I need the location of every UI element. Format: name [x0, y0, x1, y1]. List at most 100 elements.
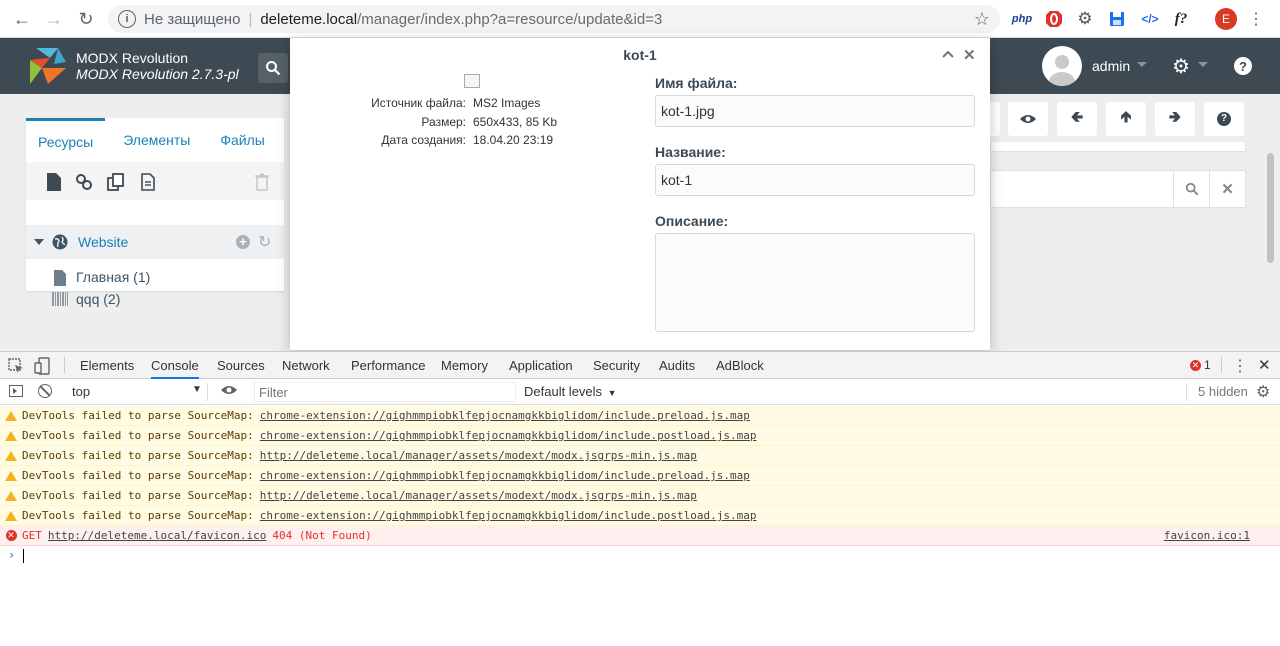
expand-chevron-down-icon[interactable]: [34, 239, 44, 245]
username-label[interactable]: admin: [1092, 58, 1130, 74]
levels-chevron-down-icon[interactable]: ▼: [608, 388, 617, 398]
description-textarea[interactable]: [655, 233, 975, 332]
save-extension-icon[interactable]: [1107, 9, 1127, 29]
tab-files[interactable]: Файлы: [208, 118, 276, 162]
window-header[interactable]: kot-1 ✕: [290, 38, 990, 72]
gallery-search-input[interactable]: ✕: [990, 170, 1246, 208]
title-field[interactable]: [655, 164, 975, 196]
bookmark-star-icon[interactable]: ☆: [974, 9, 990, 30]
size-value: 650x433, 85 Kb: [473, 115, 558, 129]
context-selector[interactable]: top ▼: [66, 383, 208, 401]
question-help-icon[interactable]: ?: [1204, 102, 1244, 136]
title-label: Название:: [655, 144, 726, 160]
message-text: DevTools failed to parse SourceMap:: [22, 449, 254, 462]
sidebar-toggle-icon[interactable]: [9, 385, 23, 397]
up-arrow-icon[interactable]: 🢁: [1106, 102, 1146, 136]
profile-avatar[interactable]: E: [1215, 8, 1237, 30]
error-count[interactable]: 1: [1204, 358, 1211, 372]
next-arrow-right-icon[interactable]: 🢂: [1155, 102, 1195, 136]
window-body: Источник файла: MS2 Images Размер: 650x4…: [290, 72, 990, 350]
php-extension-icon[interactable]: php: [1012, 9, 1032, 29]
brand-title: MODX Revolution: [76, 50, 189, 66]
size-label: Размер:: [421, 115, 466, 129]
close-icon[interactable]: ✕: [963, 46, 976, 64]
back-icon[interactable]: ←: [6, 3, 38, 35]
browser-menu-icon[interactable]: ⋮: [1248, 9, 1264, 29]
search-icon[interactable]: [1173, 171, 1209, 207]
warning-icon: [5, 450, 17, 461]
console-filterbar: top ▼ Default levels ▼ 5 hidden ⚙: [0, 379, 1280, 405]
settings-menu-chevron-down-icon[interactable]: [1198, 62, 1208, 67]
message-link[interactable]: chrome-extension://gighmmpiobklfepjocnam…: [260, 409, 750, 422]
refresh-icon[interactable]: ↻: [258, 232, 271, 252]
message-link[interactable]: chrome-extension://gighmmpiobklfepjocnam…: [260, 469, 750, 482]
address-bar[interactable]: i Не защищено | deleteme.local/manager/i…: [108, 5, 1000, 33]
barcode-icon: [52, 292, 68, 311]
console-filter-input[interactable]: [254, 382, 516, 402]
tab-network[interactable]: Network: [282, 358, 330, 373]
clear-search-close-icon[interactable]: ✕: [1209, 171, 1245, 207]
header-search-icon[interactable]: [258, 53, 288, 83]
system-settings-gear-icon[interactable]: ⚙: [1172, 54, 1190, 79]
info-icon[interactable]: i: [118, 10, 136, 28]
tab-console[interactable]: Console: [151, 358, 199, 379]
filename-field[interactable]: [655, 95, 975, 127]
tab-audits[interactable]: Audits: [659, 358, 695, 373]
error-source-link[interactable]: favicon.ico:1: [1164, 529, 1250, 542]
user-avatar[interactable]: [1042, 46, 1082, 86]
settings-extension-icon[interactable]: ⚙: [1075, 9, 1095, 29]
message-link[interactable]: chrome-extension://gighmmpiobklfepjocnam…: [260, 429, 757, 442]
browser-toolbar: ← → ↻ i Не защищено | deleteme.local/man…: [0, 0, 1280, 38]
tab-security[interactable]: Security: [593, 358, 640, 373]
tab-memory[interactable]: Memory: [441, 358, 488, 373]
new-symlink-icon[interactable]: [106, 172, 126, 192]
modx-logo-icon[interactable]: [28, 46, 68, 86]
date-label: Дата создания:: [381, 133, 466, 147]
devtools-menu-icon[interactable]: ⋮: [1232, 356, 1248, 376]
tree-root-label[interactable]: Website: [78, 234, 128, 250]
reload-icon[interactable]: ↻: [70, 3, 102, 35]
message-link[interactable]: http://deleteme.local/manager/assets/mod…: [260, 449, 697, 462]
forward-icon[interactable]: →: [38, 3, 70, 35]
inspect-element-icon[interactable]: [8, 358, 24, 377]
log-levels-dropdown[interactable]: Default levels ▼: [524, 384, 617, 399]
error-count-icon[interactable]: ✕: [1190, 360, 1201, 371]
device-toolbar-icon[interactable]: [34, 357, 50, 378]
clear-console-icon[interactable]: [38, 384, 52, 398]
tab-resources[interactable]: Ресурсы: [26, 118, 106, 162]
tab-elements[interactable]: Элементы: [111, 118, 202, 162]
tab-adblock[interactable]: AdBlock: [716, 358, 764, 373]
page-scrollbar[interactable]: [1264, 149, 1276, 349]
console-settings-gear-icon[interactable]: ⚙: [1256, 382, 1270, 402]
close-devtools-icon[interactable]: ✕: [1258, 356, 1271, 374]
help-icon[interactable]: ?: [1234, 57, 1252, 75]
message-link[interactable]: http://deleteme.local/manager/assets/mod…: [260, 489, 697, 502]
tab-sources[interactable]: Sources: [217, 358, 265, 373]
collapse-chevron-up-icon[interactable]: [942, 46, 954, 63]
fx-extension-icon[interactable]: f?: [1170, 9, 1192, 29]
view-eye-icon[interactable]: [1008, 102, 1048, 136]
tab-elements-devtools[interactable]: Elements: [80, 358, 134, 373]
error-url-link[interactable]: http://deleteme.local/favicon.ico: [48, 529, 267, 542]
tab-application[interactable]: Application: [509, 358, 573, 373]
tree-node-home[interactable]: Главная (1): [76, 269, 150, 285]
new-weblink-icon[interactable]: [74, 172, 94, 192]
add-resource-plus-icon[interactable]: +: [236, 235, 250, 249]
code-extension-icon[interactable]: </>: [1139, 9, 1161, 29]
adblock-extension-icon[interactable]: [1044, 9, 1064, 29]
prev-arrow-left-icon[interactable]: 🢀: [1057, 102, 1097, 136]
live-expression-eye-icon[interactable]: [220, 384, 238, 399]
page-scrollbar-thumb[interactable]: [1267, 153, 1274, 263]
security-label: Не защищено: [144, 10, 241, 28]
user-menu-chevron-down-icon[interactable]: [1137, 62, 1147, 67]
tree-node-qqq[interactable]: qqq (2): [76, 291, 120, 307]
new-static-resource-icon[interactable]: [138, 172, 158, 192]
image-edit-window: kot-1 ✕ Источник файла: MS2 Images Разме…: [290, 38, 990, 350]
tab-performance[interactable]: Performance: [351, 358, 425, 373]
new-document-icon[interactable]: [44, 172, 64, 192]
message-link[interactable]: chrome-extension://gighmmpiobklfepjocnam…: [260, 509, 757, 522]
console-prompt[interactable]: ›: [0, 546, 1280, 566]
tree-root-website[interactable]: Website + ↻: [26, 225, 284, 259]
context-chevron-down-icon[interactable]: ▼: [192, 384, 202, 395]
trash-icon[interactable]: [252, 172, 272, 192]
